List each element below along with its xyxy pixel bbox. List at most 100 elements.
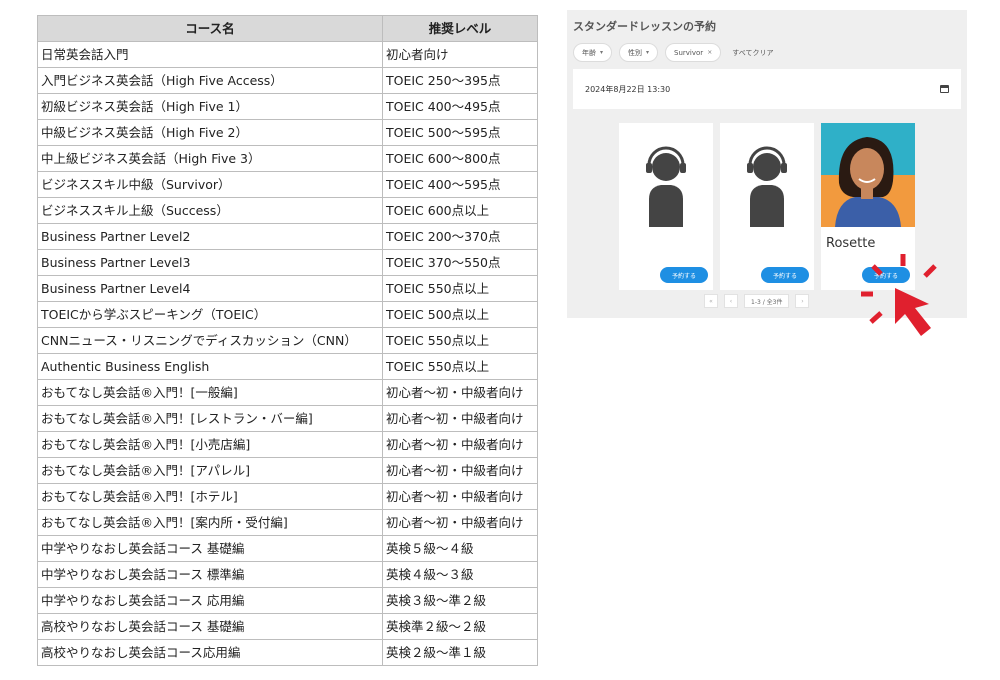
chevron-down-icon: ▾ <box>600 49 604 56</box>
recommended-level-cell: 英検３級～準２級 <box>382 587 538 614</box>
teacher-photo <box>821 123 915 227</box>
book-button[interactable]: 予約する <box>761 267 809 283</box>
next-page-icon[interactable]: › <box>795 294 810 308</box>
header-recommended-level: 推奨レベル <box>382 15 538 42</box>
course-name-cell: Business Partner Level2 <box>37 223 383 250</box>
course-name-cell: おもてなし英会話®入門！[アパレル] <box>37 457 383 484</box>
close-icon[interactable]: × <box>707 49 712 56</box>
table-row: Business Partner Level2 TOEIC 200～370点 <box>37 223 538 250</box>
course-name-cell: CNNニュース・リスニングでディスカッション（CNN） <box>37 327 383 354</box>
course-name-cell: ビジネススキル上級（Success） <box>37 197 383 224</box>
recommended-level-cell: 初心者～初・中級者向け <box>382 405 538 432</box>
recommended-level-cell: 初心者向け <box>382 41 538 68</box>
table-row: おもてなし英会話®入門！[アパレル] 初心者～初・中級者向け <box>37 457 538 484</box>
recommended-level-cell: TOEIC 500点以上 <box>382 301 538 328</box>
click-indicator-icon <box>861 254 937 336</box>
table-row: TOEICから学ぶスピーキング（TOEIC） TOEIC 500点以上 <box>37 301 538 328</box>
course-name-cell: 入門ビジネス英会話（High Five Access） <box>37 67 383 94</box>
recommended-level-cell: 初心者～初・中級者向け <box>382 509 538 536</box>
table-row: 中学やりなおし英会話コース 基礎編 英検５級～４級 <box>37 535 538 562</box>
datetime-selector[interactable]: 2024年8月22日 13:30 <box>573 69 961 109</box>
table-row: おもてなし英会話®入門！[小売店編] 初心者～初・中級者向け <box>37 431 538 458</box>
teacher-card: 予約する <box>720 123 814 290</box>
recommended-level-cell: 初心者～初・中級者向け <box>382 483 538 510</box>
table-row: 中級ビジネス英会話（High Five 2） TOEIC 500～595点 <box>37 119 538 146</box>
table-row: 中上級ビジネス英会話（High Five 3） TOEIC 600～800点 <box>37 145 538 172</box>
course-name-cell: 高校やりなおし英会話コース 基礎編 <box>37 613 383 640</box>
course-name-cell: 中学やりなおし英会話コース 応用編 <box>37 587 383 614</box>
table-row: おもてなし英会話®入門！[レストラン・バー編] 初心者～初・中級者向け <box>37 405 538 432</box>
recommended-level-cell: TOEIC 600～800点 <box>382 145 538 172</box>
filter-age-chip[interactable]: 年齢 ▾ <box>573 43 613 62</box>
chevron-down-icon: ▾ <box>646 49 650 56</box>
headset-person-icon <box>646 146 686 227</box>
recommended-level-cell: 英検準２級～２級 <box>382 613 538 640</box>
prev-page-icon[interactable]: ‹ <box>724 294 738 308</box>
filter-gender-label: 性別 <box>628 48 643 57</box>
filter-course-label: Survivor <box>674 48 704 57</box>
teacher-card: 予約する <box>619 123 713 290</box>
course-name-cell: おもてなし英会話®入門！[小売店編] <box>37 431 383 458</box>
clear-all-link[interactable]: すべてクリア <box>732 48 773 58</box>
avatar-placeholder <box>720 123 814 227</box>
recommended-level-cell: TOEIC 250～395点 <box>382 67 538 94</box>
table-row: 高校やりなおし英会話コース応用編 英検２級～準１級 <box>37 639 538 666</box>
header-course-name: コース名 <box>37 15 383 42</box>
table-row: Authentic Business English TOEIC 550点以上 <box>37 353 538 380</box>
avatar-placeholder <box>619 123 713 227</box>
course-name-cell: 初級ビジネス英会話（High Five 1） <box>37 93 383 120</box>
course-name-cell: 中学やりなおし英会話コース 基礎編 <box>37 535 383 562</box>
table-row: 初級ビジネス英会話（High Five 1） TOEIC 400～495点 <box>37 93 538 120</box>
teacher-portrait <box>821 123 915 227</box>
filter-bar: 年齢 ▾ 性別 ▾ Survivor × すべてクリア <box>573 43 773 62</box>
course-name-cell: TOEICから学ぶスピーキング（TOEIC） <box>37 301 383 328</box>
recommended-level-cell: 英検５級～４級 <box>382 535 538 562</box>
recommended-level-cell: TOEIC 500～595点 <box>382 119 538 146</box>
table-row: 入門ビジネス英会話（High Five Access） TOEIC 250～395… <box>37 67 538 94</box>
table-row: 中学やりなおし英会話コース 応用編 英検３級～準２級 <box>37 587 538 614</box>
headset-person-icon <box>747 146 787 227</box>
recommended-level-cell: TOEIC 370～550点 <box>382 249 538 276</box>
table-row: ビジネススキル中級（Survivor） TOEIC 400～595点 <box>37 171 538 198</box>
course-name-cell: 中級ビジネス英会話（High Five 2） <box>37 119 383 146</box>
recommended-level-cell: 初心者～初・中級者向け <box>382 431 538 458</box>
course-name-cell: おもてなし英会話®入門！[レストラン・バー編] <box>37 405 383 432</box>
course-table-body: 日常英会話入門 初心者向け 入門ビジネス英会話（High Five Access） T… <box>37 41 538 666</box>
recommended-level-cell: TOEIC 550点以上 <box>382 353 538 380</box>
course-name-cell: 高校やりなおし英会話コース応用編 <box>37 639 383 666</box>
panel-title: スタンダードレッスンの予約 <box>573 20 716 33</box>
recommended-level-cell: TOEIC 600点以上 <box>382 197 538 224</box>
table-row: 中学やりなおし英会話コース 標準編 英検４級～３級 <box>37 561 538 588</box>
course-name-cell: Business Partner Level3 <box>37 249 383 276</box>
table-row: ビジネススキル上級（Success） TOEIC 600点以上 <box>37 197 538 224</box>
table-row: おもてなし英会話®入門！[一般編] 初心者～初・中級者向け <box>37 379 538 406</box>
recommended-level-cell: TOEIC 400～495点 <box>382 93 538 120</box>
course-name-cell: ビジネススキル中級（Survivor） <box>37 171 383 198</box>
course-name-cell: Business Partner Level4 <box>37 275 383 302</box>
recommended-level-cell: 英検４級～３級 <box>382 561 538 588</box>
pagination: « ‹ 1-3 / 全3件 › <box>704 294 810 308</box>
teacher-name: Rosette <box>826 236 876 251</box>
course-name-cell: おもてなし英会話®入門！[ホテル] <box>37 483 383 510</box>
table-row: Business Partner Level4 TOEIC 550点以上 <box>37 275 538 302</box>
calendar-icon[interactable] <box>940 85 949 93</box>
filter-course-chip[interactable]: Survivor × <box>665 43 722 62</box>
course-name-cell: おもてなし英会話®入門！[一般編] <box>37 379 383 406</box>
recommended-level-cell: TOEIC 400～595点 <box>382 171 538 198</box>
book-button[interactable]: 予約する <box>660 267 708 283</box>
table-row: おもてなし英会話®入門！[案内所・受付編] 初心者～初・中級者向け <box>37 509 538 536</box>
filter-age-label: 年齢 <box>582 48 596 57</box>
course-name-cell: 中上級ビジネス英会話（High Five 3） <box>37 145 383 172</box>
course-name-cell: おもてなし英会話®入門！[案内所・受付編] <box>37 509 383 536</box>
recommended-level-cell: 英検２級～準１級 <box>382 639 538 666</box>
table-row: 高校やりなおし英会話コース 基礎編 英検準２級～２級 <box>37 613 538 640</box>
filter-gender-chip[interactable]: 性別 ▾ <box>619 43 659 62</box>
first-page-icon[interactable]: « <box>704 294 718 308</box>
table-row: おもてなし英会話®入門！[ホテル] 初心者～初・中級者向け <box>37 483 538 510</box>
course-name-cell: 日常英会話入門 <box>37 41 383 68</box>
recommended-level-cell: 初心者～初・中級者向け <box>382 457 538 484</box>
table-row: 日常英会話入門 初心者向け <box>37 41 538 68</box>
course-name-cell: Authentic Business English <box>37 353 383 380</box>
course-table: コース名 推奨レベル 日常英会話入門 初心者向け 入門ビジネス英会話（High Fi… <box>37 15 538 666</box>
table-row: Business Partner Level3 TOEIC 370～550点 <box>37 249 538 276</box>
